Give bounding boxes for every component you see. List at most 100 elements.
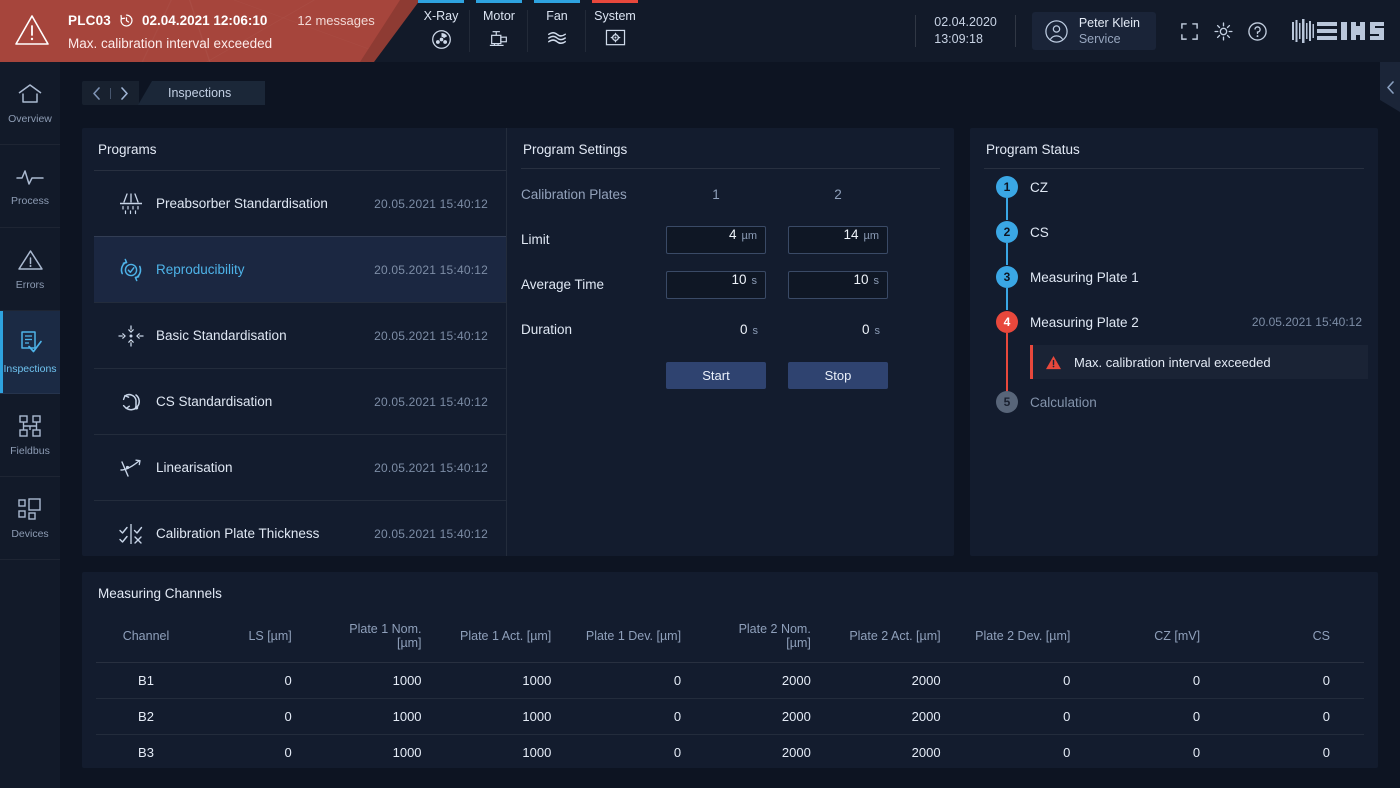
status-tab-label: Fan [546, 9, 568, 23]
chevron-left-icon[interactable] [92, 86, 101, 100]
header-clock: 02.04.2020 13:09:18 [916, 14, 1015, 48]
input-value: 10 [853, 271, 869, 287]
status-tab-label: Motor [483, 9, 515, 23]
cell-ls: 0 [284, 745, 292, 760]
program-row-cs-standardisation[interactable]: CS Standardisation 20.05.2021 15:40:12 [94, 368, 506, 434]
input-value: 4 [728, 226, 737, 242]
devices-icon [18, 497, 41, 520]
help-icon[interactable] [1240, 21, 1274, 42]
panel-collapse-button[interactable] [1380, 62, 1400, 112]
sidebar-item-errors[interactable]: Errors [0, 228, 60, 311]
table-row[interactable]: B3 0 1000 1000 0 2000 2000 0 0 0 [96, 735, 1364, 771]
alarm-message-count[interactable]: 12 messages [297, 13, 374, 28]
status-tab-system[interactable]: System [586, 0, 644, 62]
cell-p2-nom: 2000 [715, 698, 845, 735]
programs-panel: Programs Preabsorber Standardisation 20.… [82, 128, 506, 556]
top-header-bar: PLC03 02.04.2021 12:06:10 12 messages Ma… [0, 0, 1400, 62]
program-row-reproducibility[interactable]: Reproducibility 20.05.2021 15:40:12 [94, 236, 506, 302]
header-right-group: 02.04.2020 13:09:18 Peter Klein Service [915, 0, 1400, 62]
input-unit: s [751, 274, 758, 287]
cell-channel: B2 [96, 698, 196, 735]
stop-button[interactable]: Stop [788, 362, 888, 389]
reproducibility-icon [114, 257, 148, 283]
row-label: Limit [521, 232, 550, 247]
gear-icon[interactable] [1206, 21, 1240, 42]
cell-cs: 0 [1322, 745, 1330, 760]
readonly-unit: s [874, 325, 881, 337]
table-row[interactable]: B2 0 1000 1000 0 2000 2000 0 0 0 [96, 698, 1364, 735]
row-label: Average Time [521, 277, 605, 292]
column-header: Plate 1 Act. [µm] [455, 612, 586, 663]
cell-cz: 0 [1192, 745, 1201, 760]
sidebar-item-label: Devices [11, 527, 49, 540]
linearisation-icon [114, 456, 148, 480]
sidebar-item-overview[interactable]: Overview [0, 62, 60, 145]
readonly-value: 0 [739, 322, 748, 337]
cell-p1-act: 1000 [522, 745, 552, 760]
program-date: 20.05.2021 15:40:12 [374, 262, 488, 277]
status-tab-label: X-Ray [423, 9, 459, 23]
panel-title: Program Status [986, 142, 1080, 157]
divider [521, 168, 940, 169]
sidebar-item-label: Process [11, 194, 49, 207]
sidebar-item-process[interactable]: Process [0, 145, 60, 228]
status-step-measuring-plate-1[interactable]: 3 Measuring Plate 1 [984, 262, 1368, 310]
status-tab-fan[interactable]: Fan [528, 0, 586, 62]
program-name: CS Standardisation [156, 394, 273, 409]
step-number: 1 [996, 176, 1018, 198]
plate-1-header: 1 [712, 187, 720, 202]
column-header: Plate 2 Dev. [µm] [974, 612, 1105, 663]
cell-cz: 0 [1104, 698, 1235, 735]
input-unit: s [873, 274, 880, 287]
step-warning-message: Max. calibration interval exceeded [1030, 345, 1368, 379]
status-step-measuring-plate-2[interactable]: 4 Measuring Plate 2 20.05.2021 15:40:12 … [984, 307, 1368, 399]
chevron-right-icon[interactable] [120, 86, 129, 100]
row-label: Duration [521, 322, 573, 337]
calibration-plates-label: Calibration Plates [521, 187, 627, 202]
status-tab-xray[interactable]: X-Ray [412, 0, 470, 62]
status-step-calculation[interactable]: 5 Calculation [984, 387, 1368, 417]
input-unit: µm [741, 229, 757, 242]
program-row-linearisation[interactable]: Linearisation 20.05.2021 15:40:12 [94, 434, 506, 500]
limit-plate2-input[interactable]: 14 µm [788, 225, 888, 254]
average-time-plate1-input[interactable]: 10 s [666, 270, 766, 299]
status-step-cz[interactable]: 1 CZ [984, 172, 1368, 220]
sidebar-item-inspections[interactable]: Inspections [0, 311, 60, 394]
sidebar-item-devices[interactable]: Devices [0, 477, 60, 560]
column-header: LS [µm] [196, 612, 326, 663]
cell-p2-dev: 0 [974, 662, 1105, 699]
warning-icon [1046, 355, 1061, 369]
input-value: 10 [731, 271, 747, 287]
limit-plate1-input[interactable]: 4 µm [666, 225, 766, 254]
cell-cs: 0 [1234, 662, 1364, 699]
plate-2-header: 2 [834, 187, 842, 202]
status-tab-motor[interactable]: Motor [470, 0, 528, 62]
basic-std-icon [114, 324, 148, 348]
settings-row-limit: Limit 4 µm 14 µm [507, 217, 955, 262]
step-number: 3 [996, 266, 1018, 288]
cell-p2-act: 2000 [844, 698, 975, 735]
sidebar-item-label: Inspections [3, 362, 57, 375]
breadcrumb-current[interactable]: Inspections [138, 81, 266, 105]
program-row-calibration-plate-thickness[interactable]: Calibration Plate Thickness 20.05.2021 1… [94, 500, 506, 566]
radiation-icon [412, 29, 470, 50]
sidebar-item-label: Overview [8, 112, 52, 125]
measuring-channels-panel: Measuring Channels Channel LS [µm] Plate… [82, 572, 1378, 768]
column-header: CS [1234, 612, 1364, 663]
status-step-cs[interactable]: 2 CS [984, 217, 1368, 265]
cell-p1-nom: 1000 [325, 698, 456, 735]
sidebar-item-label: Errors [15, 278, 45, 291]
table-row[interactable]: B1 0 1000 1000 0 2000 2000 0 0 0 [96, 662, 1364, 699]
average-time-plate2-input[interactable]: 10 s [788, 270, 888, 299]
cell-p1-dev: 0 [585, 662, 716, 699]
column-header: Plate 2 Act. [µm] [844, 612, 975, 663]
program-row-preabsorber-standardisation[interactable]: Preabsorber Standardisation 20.05.2021 1… [94, 170, 506, 236]
start-button[interactable]: Start [666, 362, 766, 389]
sidebar-item-fieldbus[interactable]: Fieldbus [0, 394, 60, 477]
chevron-left-icon [1386, 80, 1394, 94]
step-date: 20.05.2021 15:40:12 [1251, 315, 1362, 329]
program-row-basic-standardisation[interactable]: Basic Standardisation 20.05.2021 15:40:1… [94, 302, 506, 368]
fullscreen-icon[interactable] [1172, 22, 1206, 41]
step-label: Calculation [1030, 394, 1097, 410]
user-account-button[interactable]: Peter Klein Service [1031, 12, 1156, 50]
